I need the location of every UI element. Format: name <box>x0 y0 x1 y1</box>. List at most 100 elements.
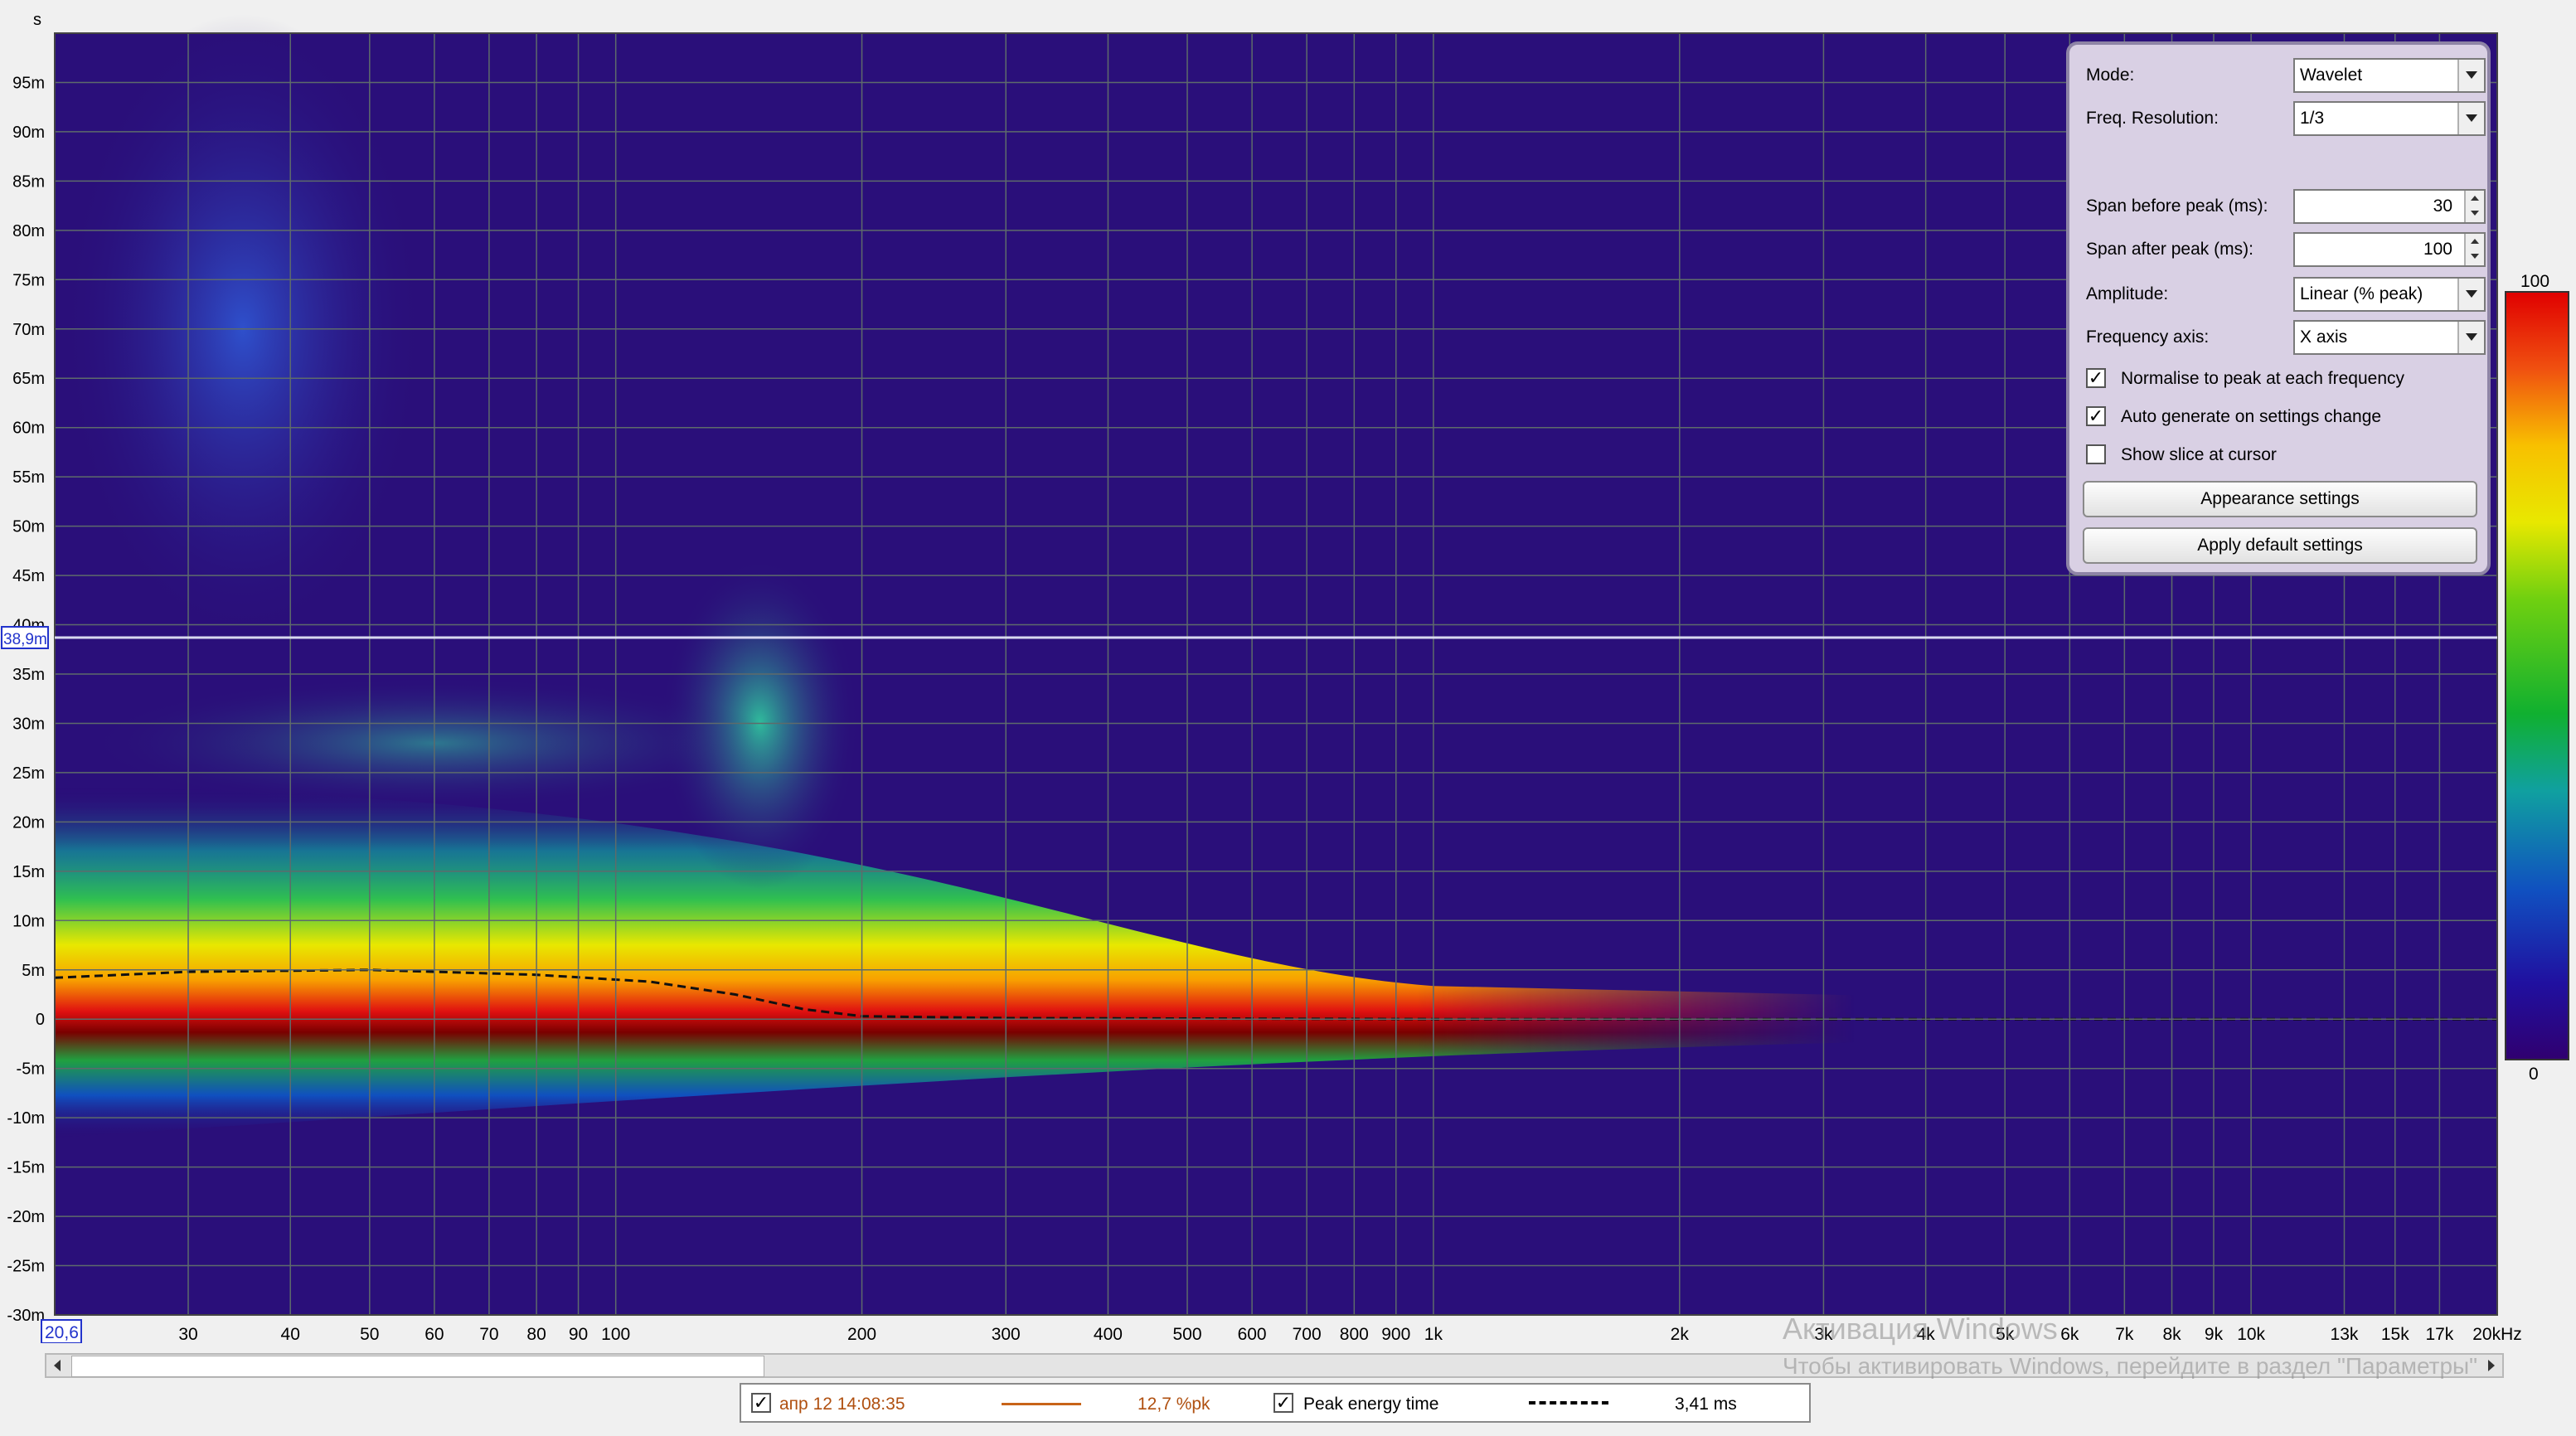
spinner-icon[interactable] <box>2464 191 2484 222</box>
y-tick-label: 55m <box>12 468 45 487</box>
amplitude-select[interactable]: Linear (% peak) <box>2293 277 2486 312</box>
autogen-checkbox[interactable]: ✓ <box>2086 406 2106 426</box>
mode-value: Wavelet <box>2300 65 2363 85</box>
amplitude-value: Linear (% peak) <box>2300 284 2423 303</box>
x-tick-label: 900 <box>1381 1325 1410 1343</box>
x-tick-label: 13k <box>2331 1325 2359 1343</box>
x-tick-label: 80 <box>526 1325 546 1343</box>
x-tick-label: 9k <box>2205 1325 2224 1343</box>
legend-item2-value: 3,41 ms <box>1675 1395 1737 1414</box>
y-tick-label: 10m <box>12 912 45 930</box>
x-tick-label: 6k <box>2060 1325 2079 1343</box>
slice-label: Show slice at cursor <box>2121 445 2277 464</box>
freq-axis-select[interactable]: X axis <box>2293 320 2486 355</box>
x-tick-label: 10k <box>2237 1325 2265 1343</box>
color-scale-bottom: 0 <box>2529 1065 2539 1084</box>
span-after-input[interactable]: 100 <box>2293 232 2486 267</box>
y-tick-label: 5m <box>22 962 45 980</box>
normalise-checkbox-row[interactable]: ✓ Normalise to peak at each frequency <box>2086 365 2484 395</box>
x-tick-label: 400 <box>1094 1325 1123 1343</box>
y-tick-label: -15m <box>7 1159 45 1177</box>
legend-bar: ✓ апр 12 14:08:35 12,7 %pk ✓ Peak energy… <box>740 1383 1811 1423</box>
mode-label: Mode: <box>2086 65 2135 85</box>
span-before-row: Span before peak (ms): 30 <box>2086 189 2486 226</box>
y-tick-label: -25m <box>7 1258 45 1276</box>
freq-resolution-select[interactable]: 1/3 <box>2293 101 2486 136</box>
windows-activation-text: Чтобы активировать Windows, перейдите в … <box>1783 1353 2478 1379</box>
x-tick-label: 40 <box>281 1325 300 1343</box>
freq-axis-value: X axis <box>2300 327 2348 347</box>
apply-defaults-button[interactable]: Apply default settings <box>2083 527 2477 564</box>
slice-checkbox[interactable] <box>2086 444 2106 464</box>
span-before-input[interactable]: 30 <box>2293 189 2486 224</box>
x-tick-label: 90 <box>569 1325 588 1343</box>
x-tick-label: 800 <box>1340 1325 1369 1343</box>
y-tick-label: 75m <box>12 271 45 289</box>
y-axis-labels: 95m90m85m80m75m70m65m60m55m50m45m40m35m3… <box>7 74 45 1325</box>
y-tick-label: -5m <box>17 1060 45 1079</box>
x-tick-label: 60 <box>424 1325 444 1343</box>
x-tick-label: 7k <box>2115 1325 2134 1343</box>
spinner-icon[interactable] <box>2464 234 2484 265</box>
windows-activation-title: Активация Windows <box>1783 1312 2058 1346</box>
span-before-label: Span before peak (ms): <box>2086 196 2268 216</box>
x-tick-label: 2k <box>1671 1325 1690 1343</box>
freq-resolution-value: 1/3 <box>2300 109 2325 128</box>
x-tick-label: 1k <box>1424 1325 1443 1343</box>
y-tick-label: 50m <box>12 518 45 536</box>
scroll-left-icon[interactable] <box>46 1355 70 1376</box>
appearance-settings-button[interactable]: Appearance settings <box>2083 481 2477 517</box>
legend-item1-checkbox[interactable]: ✓ <box>751 1393 771 1413</box>
x-tick-label: 15k <box>2381 1325 2409 1343</box>
x-tick-label: 20kHz <box>2472 1325 2522 1343</box>
normalise-checkbox[interactable]: ✓ <box>2086 368 2106 388</box>
y-tick-label: 80m <box>12 222 45 240</box>
mode-row: Mode: Wavelet <box>2086 58 2486 95</box>
freq-resolution-row: Freq. Resolution: 1/3 <box>2086 101 2486 138</box>
x-tick-label: 17k <box>2425 1325 2453 1343</box>
x-start-readout: 20,6 <box>45 1323 79 1342</box>
x-tick-label: 100 <box>601 1325 630 1343</box>
y-tick-label: 90m <box>12 124 45 142</box>
y-tick-label: 60m <box>12 420 45 438</box>
legend-item2-line <box>1529 1401 1608 1404</box>
y-tick-label: -30m <box>7 1307 45 1325</box>
y-tick-label: 15m <box>12 863 45 881</box>
chevron-down-icon[interactable] <box>2457 322 2484 353</box>
span-after-value: 100 <box>2423 240 2452 259</box>
span-before-value: 30 <box>2433 196 2452 216</box>
amplitude-row: Amplitude: Linear (% peak) <box>2086 277 2486 313</box>
y-tick-label: 85m <box>12 172 45 191</box>
color-scale-top: 100 <box>2520 272 2549 291</box>
freq-axis-row: Frequency axis: X axis <box>2086 320 2486 357</box>
span-after-label: Span after peak (ms): <box>2086 240 2253 259</box>
slice-checkbox-row[interactable]: Show slice at cursor <box>2086 441 2484 471</box>
x-tick-label: 8k <box>2162 1325 2181 1343</box>
chevron-down-icon[interactable] <box>2457 279 2484 310</box>
x-tick-label: 30 <box>178 1325 197 1343</box>
chevron-down-icon[interactable] <box>2457 103 2484 134</box>
x-tick-label: 200 <box>847 1325 876 1343</box>
legend-item2-checkbox[interactable]: ✓ <box>1273 1393 1293 1413</box>
amplitude-label: Amplitude: <box>2086 284 2169 303</box>
x-tick-label: 300 <box>992 1325 1021 1343</box>
y-tick-label: 95m <box>12 74 45 92</box>
settings-panel: Mode: Wavelet Freq. Resolution: 1/3 Span… <box>2066 41 2491 575</box>
chevron-down-icon[interactable] <box>2457 60 2484 91</box>
freq-resolution-label: Freq. Resolution: <box>2086 109 2219 128</box>
scrollbar-thumb[interactable] <box>71 1356 764 1377</box>
x-tick-label: 700 <box>1293 1325 1322 1343</box>
autogen-label: Auto generate on settings change <box>2121 407 2382 426</box>
y-tick-label: -10m <box>7 1109 45 1128</box>
x-tick-label: 500 <box>1172 1325 1201 1343</box>
autogen-checkbox-row[interactable]: ✓ Auto generate on settings change <box>2086 403 2484 433</box>
y-tick-label: 70m <box>12 321 45 339</box>
y-tick-label: -20m <box>7 1208 45 1226</box>
y-tick-label: 65m <box>12 370 45 388</box>
scroll-right-icon[interactable] <box>2479 1355 2502 1376</box>
x-tick-label: 50 <box>360 1325 379 1343</box>
x-axis-labels: 30 40 50 60 70 80 90 100 200 300 400 500 600 700 800 90… <box>178 1325 2521 1343</box>
y-unit-label: s <box>33 11 41 29</box>
y-tick-label: 25m <box>12 764 45 783</box>
mode-select[interactable]: Wavelet <box>2293 58 2486 93</box>
